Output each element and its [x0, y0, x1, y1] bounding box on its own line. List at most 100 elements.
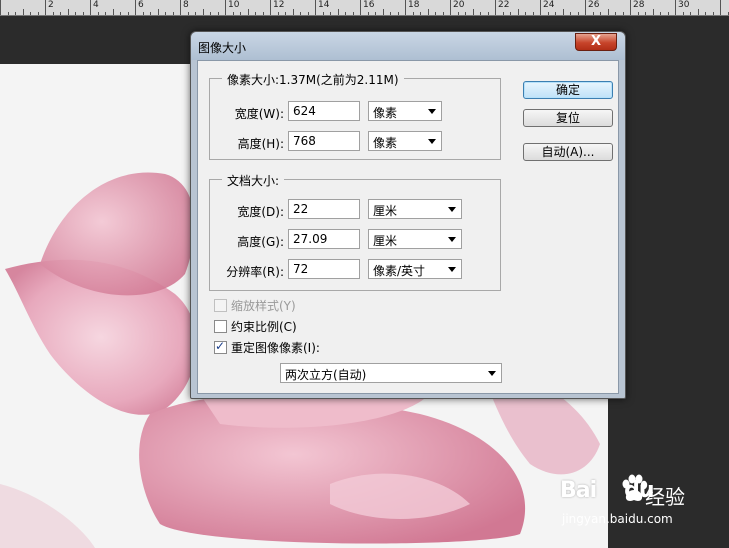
ruler-label: 8	[183, 0, 189, 10]
pixel-height-input[interactable]: 768	[288, 131, 360, 151]
ruler-tick	[345, 12, 346, 15]
close-button[interactable]: X	[575, 33, 617, 51]
ruler-label: 12	[273, 0, 285, 10]
ruler-tick	[338, 9, 339, 15]
ruler-tick	[225, 0, 226, 15]
doc-width-label: 宽度(D):	[237, 205, 284, 219]
pixel-height-unit-select[interactable]: 像素	[368, 131, 442, 151]
ruler-tick	[540, 0, 541, 15]
ruler-label: 10	[228, 0, 240, 10]
ruler-tick	[173, 12, 174, 15]
resolution-unit-select[interactable]: 像素/英寸	[368, 259, 462, 279]
ruler-tick	[90, 0, 91, 15]
resample-method-select[interactable]: 两次立方(自动)	[280, 363, 502, 383]
ruler-label: 26	[588, 0, 600, 10]
ruler-label: 28	[633, 0, 645, 10]
reset-button[interactable]: 复位	[523, 109, 613, 127]
ruler-tick	[465, 12, 466, 15]
ruler-tick	[503, 12, 504, 15]
ruler-tick	[68, 9, 69, 15]
resolution-label: 分辨率(R):	[226, 265, 284, 279]
resample-method-value: 两次立方(自动)	[285, 368, 367, 382]
chevron-down-icon	[448, 267, 456, 272]
doc-height-input[interactable]: 27.09	[288, 229, 360, 249]
ruler-tick	[323, 12, 324, 15]
doc-height-unit-value: 厘米	[373, 234, 398, 248]
ruler-tick	[248, 9, 249, 15]
ruler-tick	[645, 12, 646, 15]
ruler-tick	[555, 12, 556, 15]
ruler-tick	[413, 12, 414, 15]
ruler-tick	[75, 12, 76, 15]
ruler-tick	[473, 9, 474, 15]
ruler-tick	[563, 9, 564, 15]
ruler-tick	[630, 0, 631, 15]
pixel-width-label: 宽度(W):	[234, 107, 284, 121]
dialog-body: 像素大小:1.37M(之前为2.11M) 宽度(W): 624 像素 高度(H)…	[197, 60, 619, 394]
scale-styles-label: 缩放样式(Y)	[231, 299, 296, 313]
ruler-tick	[120, 12, 121, 15]
ruler-tick	[135, 0, 136, 15]
ruler-tick	[398, 12, 399, 15]
ruler-tick	[38, 12, 39, 15]
resolution-input[interactable]: 72	[288, 259, 360, 279]
chevron-down-icon	[448, 207, 456, 212]
ruler-tick	[548, 12, 549, 15]
ruler-tick	[660, 12, 661, 15]
ruler-tick	[353, 12, 354, 15]
ruler-tick	[578, 12, 579, 15]
ruler-label: 4	[93, 0, 99, 10]
ruler-tick	[510, 12, 511, 15]
ruler-tick	[368, 12, 369, 15]
ruler-tick	[53, 12, 54, 15]
ruler-tick	[188, 12, 189, 15]
constrain-proportions-checkbox[interactable]	[214, 320, 227, 333]
ruler-tick	[488, 12, 489, 15]
ruler-tick	[585, 0, 586, 15]
ruler-label: 16	[363, 0, 375, 10]
ruler-label: 20	[453, 0, 465, 10]
ruler-tick	[405, 0, 406, 15]
ruler-tick	[60, 12, 61, 15]
pixel-width-input[interactable]: 624	[288, 101, 360, 121]
document-size-legend: 文档大小:	[222, 172, 285, 189]
doc-height-unit-select[interactable]: 厘米	[368, 229, 462, 249]
ruler-tick	[570, 12, 571, 15]
ruler-tick	[668, 12, 669, 15]
ruler-tick	[623, 12, 624, 15]
ruler: 2 4 6 8 10 12 14 16 18 20 22 24 26 28 30	[0, 0, 729, 16]
ruler-tick	[23, 9, 24, 15]
ruler-tick	[203, 9, 204, 15]
doc-width-input[interactable]: 22	[288, 199, 360, 219]
scale-styles-checkbox[interactable]	[214, 299, 227, 312]
ruler-tick	[420, 12, 421, 15]
doc-width-unit-value: 厘米	[373, 204, 398, 218]
ruler-label: 6	[138, 0, 144, 10]
ruler-tick	[705, 12, 706, 15]
image-size-dialog: 图像大小 X 像素大小:1.37M(之前为2.11M) 宽度(W): 624 像…	[190, 31, 626, 399]
ruler-tick	[218, 12, 219, 15]
ruler-tick	[113, 9, 114, 15]
ruler-tick	[315, 0, 316, 15]
auto-button[interactable]: 自动(A)...	[523, 143, 613, 161]
ruler-tick	[375, 12, 376, 15]
pixel-width-unit-select[interactable]: 像素	[368, 101, 442, 121]
ruler-tick	[533, 12, 534, 15]
dialog-titlebar[interactable]: 图像大小 X	[191, 32, 625, 60]
ruler-tick	[383, 9, 384, 15]
ruler-tick	[0, 0, 1, 15]
ruler-tick	[300, 12, 301, 15]
ruler-tick	[308, 12, 309, 15]
ruler-tick	[653, 9, 654, 15]
ok-button[interactable]: 确定	[523, 81, 613, 99]
ruler-tick	[263, 12, 264, 15]
resample-image-checkbox[interactable]: ✓	[214, 339, 227, 354]
ruler-tick	[720, 0, 721, 15]
chevron-down-icon	[428, 109, 436, 114]
ruler-tick	[593, 12, 594, 15]
ruler-tick	[330, 12, 331, 15]
ruler-tick	[128, 12, 129, 15]
doc-width-unit-select[interactable]: 厘米	[368, 199, 462, 219]
ruler-tick	[428, 9, 429, 15]
ruler-tick	[105, 12, 106, 15]
